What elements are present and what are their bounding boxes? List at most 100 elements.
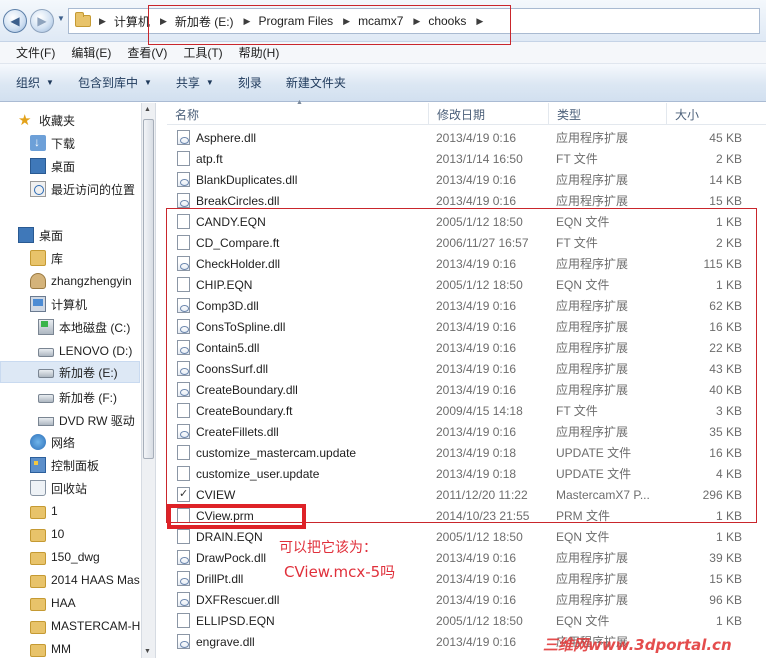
nav-drive-e[interactable]: 新加卷 (E:) (0, 361, 140, 383)
file-type: EQN 文件 (556, 530, 610, 544)
nav-drive-d[interactable]: LENOVO (D:) (38, 340, 132, 362)
new-folder-button[interactable]: 新建文件夹 (278, 74, 354, 91)
column-size[interactable]: 大小 (667, 103, 766, 125)
nav-folder-mastercam[interactable]: MASTERCAM-H (30, 615, 140, 637)
nav-folder-150-dwg[interactable]: 150_dwg (30, 546, 100, 568)
nav-folder-label: MASTERCAM-H (51, 619, 140, 633)
file-date-modified: 2013/4/19 0:16 (436, 550, 517, 565)
chevron-right-icon[interactable]: ▶ (99, 16, 106, 27)
nav-drive-c-label: 本地磁盘 (C:) (59, 320, 131, 335)
nav-folder-1[interactable]: 1 (30, 500, 58, 522)
menu-tools[interactable]: 工具(T) (175, 44, 230, 61)
windows-drive-icon (38, 319, 54, 335)
file-row[interactable]: Asphere.dll 2013/4/19 0:16 应用程序扩展 45 KB (167, 127, 766, 148)
dll-file-icon (177, 571, 190, 586)
nav-desktop-favorite-label: 桌面 (51, 159, 76, 174)
file-row[interactable]: atp.ft 2013/1/14 16:50 FT 文件 2 KB (167, 148, 766, 169)
nav-computer[interactable]: 计算机 (30, 293, 87, 315)
nav-favorites-label: 收藏夹 (39, 113, 76, 128)
nav-drive-c[interactable]: 本地磁盘 (C:) (38, 316, 130, 338)
nav-user-folder[interactable]: zhangzhengyin (30, 270, 132, 292)
share-button[interactable]: 共享 ▼ (168, 74, 222, 91)
file-row[interactable]: ELLIPSD.EQN 2005/1/12 18:50 EQN 文件 1 KB (167, 610, 766, 631)
command-bar: 组织 ▼ 包含到库中 ▼ 共享 ▼ 刻录 新建文件夹 (0, 64, 766, 102)
organize-button[interactable]: 组织 ▼ (8, 74, 62, 91)
file-date-modified: 2013/4/19 0:16 (436, 130, 517, 145)
nav-network[interactable]: 网络 (30, 431, 75, 453)
column-date-modified[interactable]: 修改日期 (429, 103, 549, 125)
nav-favorites[interactable]: 收藏夹 (18, 109, 75, 131)
recycle-bin-icon (30, 480, 46, 496)
folder-icon (30, 574, 46, 588)
nav-libraries-label: 库 (51, 251, 64, 266)
menu-file[interactable]: 文件(F) (8, 44, 63, 61)
file-date-modified: 2013/4/19 0:16 (436, 634, 517, 649)
nav-folder-label: HAA (51, 596, 76, 610)
nav-control-panel[interactable]: 控制面板 (30, 454, 99, 476)
folder-icon (30, 643, 46, 657)
nav-downloads[interactable]: 下载 (30, 132, 75, 154)
column-name[interactable]: 名称 (167, 103, 429, 125)
include-in-library-button[interactable]: 包含到库中 ▼ (70, 74, 160, 91)
nav-folder-mm[interactable]: MM (30, 638, 71, 658)
file-list-header: ▲ 名称 修改日期 类型 大小 (167, 99, 766, 125)
file-size: 1 KB (715, 529, 742, 544)
nav-libraries[interactable]: 库 (30, 247, 63, 269)
pane-divider[interactable] (155, 103, 156, 658)
nav-recycle-bin[interactable]: 回收站 (30, 477, 87, 499)
nav-folder-2014-haas[interactable]: 2014 HAAS Mas (30, 569, 140, 591)
nav-folder-haa[interactable]: HAA (30, 592, 76, 614)
recent-pages-dropdown-icon[interactable]: ▼ (57, 14, 65, 23)
include-in-library-label: 包含到库中 (77, 76, 138, 90)
menu-help[interactable]: 帮助(H) (231, 44, 288, 61)
file-icon (177, 151, 190, 166)
file-row[interactable]: DRAIN.EQN 2005/1/12 18:50 EQN 文件 1 KB (167, 526, 766, 547)
forward-button[interactable]: ▶ (30, 9, 54, 33)
nav-desktop-favorite[interactable]: 桌面 (30, 155, 75, 177)
desktop-icon (18, 227, 34, 243)
library-icon (30, 250, 46, 266)
file-row[interactable]: BlankDuplicates.dll 2013/4/19 0:16 应用程序扩展 1… (167, 169, 766, 190)
file-size: 15 KB (709, 571, 742, 586)
file-date-modified: 2013/4/19 0:16 (436, 571, 517, 586)
nav-folder-label: 2014 HAAS Mas (51, 573, 140, 587)
nav-desktop[interactable]: 桌面 (18, 224, 63, 246)
nav-dvd-drive[interactable]: DVD RW 驱动 (38, 409, 135, 431)
nav-drive-f-label: 新加卷 (F:) (59, 390, 117, 405)
nav-pane-scrollbar[interactable]: ▲ ▼ (141, 103, 155, 658)
dll-file-icon (177, 172, 190, 187)
nav-drive-e-label: 新加卷 (E:) (59, 365, 118, 380)
burn-button[interactable]: 刻录 (230, 74, 270, 91)
file-row[interactable]: DrillPt.dll 2013/4/19 0:16 应用程序扩展 15 KB (167, 568, 766, 589)
nav-folder-label: MM (51, 642, 71, 656)
back-button[interactable]: ◀ (3, 9, 27, 33)
nav-drive-f[interactable]: 新加卷 (F:) (38, 386, 117, 408)
recent-places-icon (30, 181, 46, 197)
scroll-up-icon[interactable]: ▲ (144, 106, 151, 113)
nav-folder-10[interactable]: 10 (30, 523, 64, 545)
scrollbar-thumb[interactable] (143, 119, 154, 459)
column-type[interactable]: 类型 (549, 103, 667, 125)
network-icon (30, 434, 46, 450)
nav-drive-d-label: LENOVO (D:) (59, 344, 133, 358)
file-row[interactable]: DrawPock.dll 2013/4/19 0:16 应用程序扩展 39 KB (167, 547, 766, 568)
file-name: BreakCircles.dll (196, 193, 280, 208)
file-name: atp.ft (196, 151, 223, 166)
file-date-modified: 2013/4/19 0:16 (436, 193, 517, 208)
scroll-down-icon[interactable]: ▼ (144, 648, 151, 655)
nav-folder-label: 10 (51, 527, 65, 541)
menu-edit[interactable]: 编辑(E) (63, 44, 119, 61)
folder-icon (30, 505, 46, 519)
downloads-icon (30, 135, 46, 151)
nav-dvd-drive-label: DVD RW 驱动 (59, 413, 135, 428)
menu-view[interactable]: 查看(V) (119, 44, 175, 61)
file-size: 14 KB (709, 172, 742, 187)
file-icon (177, 613, 190, 628)
nav-recent-places[interactable]: 最近访问的位置 (30, 178, 135, 200)
breadcrumb-computer[interactable]: 计算机 (114, 13, 150, 30)
file-date-modified: 2013/4/19 0:16 (436, 592, 517, 607)
desktop-icon (30, 158, 46, 174)
file-icon (177, 529, 190, 544)
nav-recycle-bin-label: 回收站 (51, 481, 88, 496)
file-row[interactable]: DXFRescuer.dll 2013/4/19 0:16 应用程序扩展 96 KB (167, 589, 766, 610)
